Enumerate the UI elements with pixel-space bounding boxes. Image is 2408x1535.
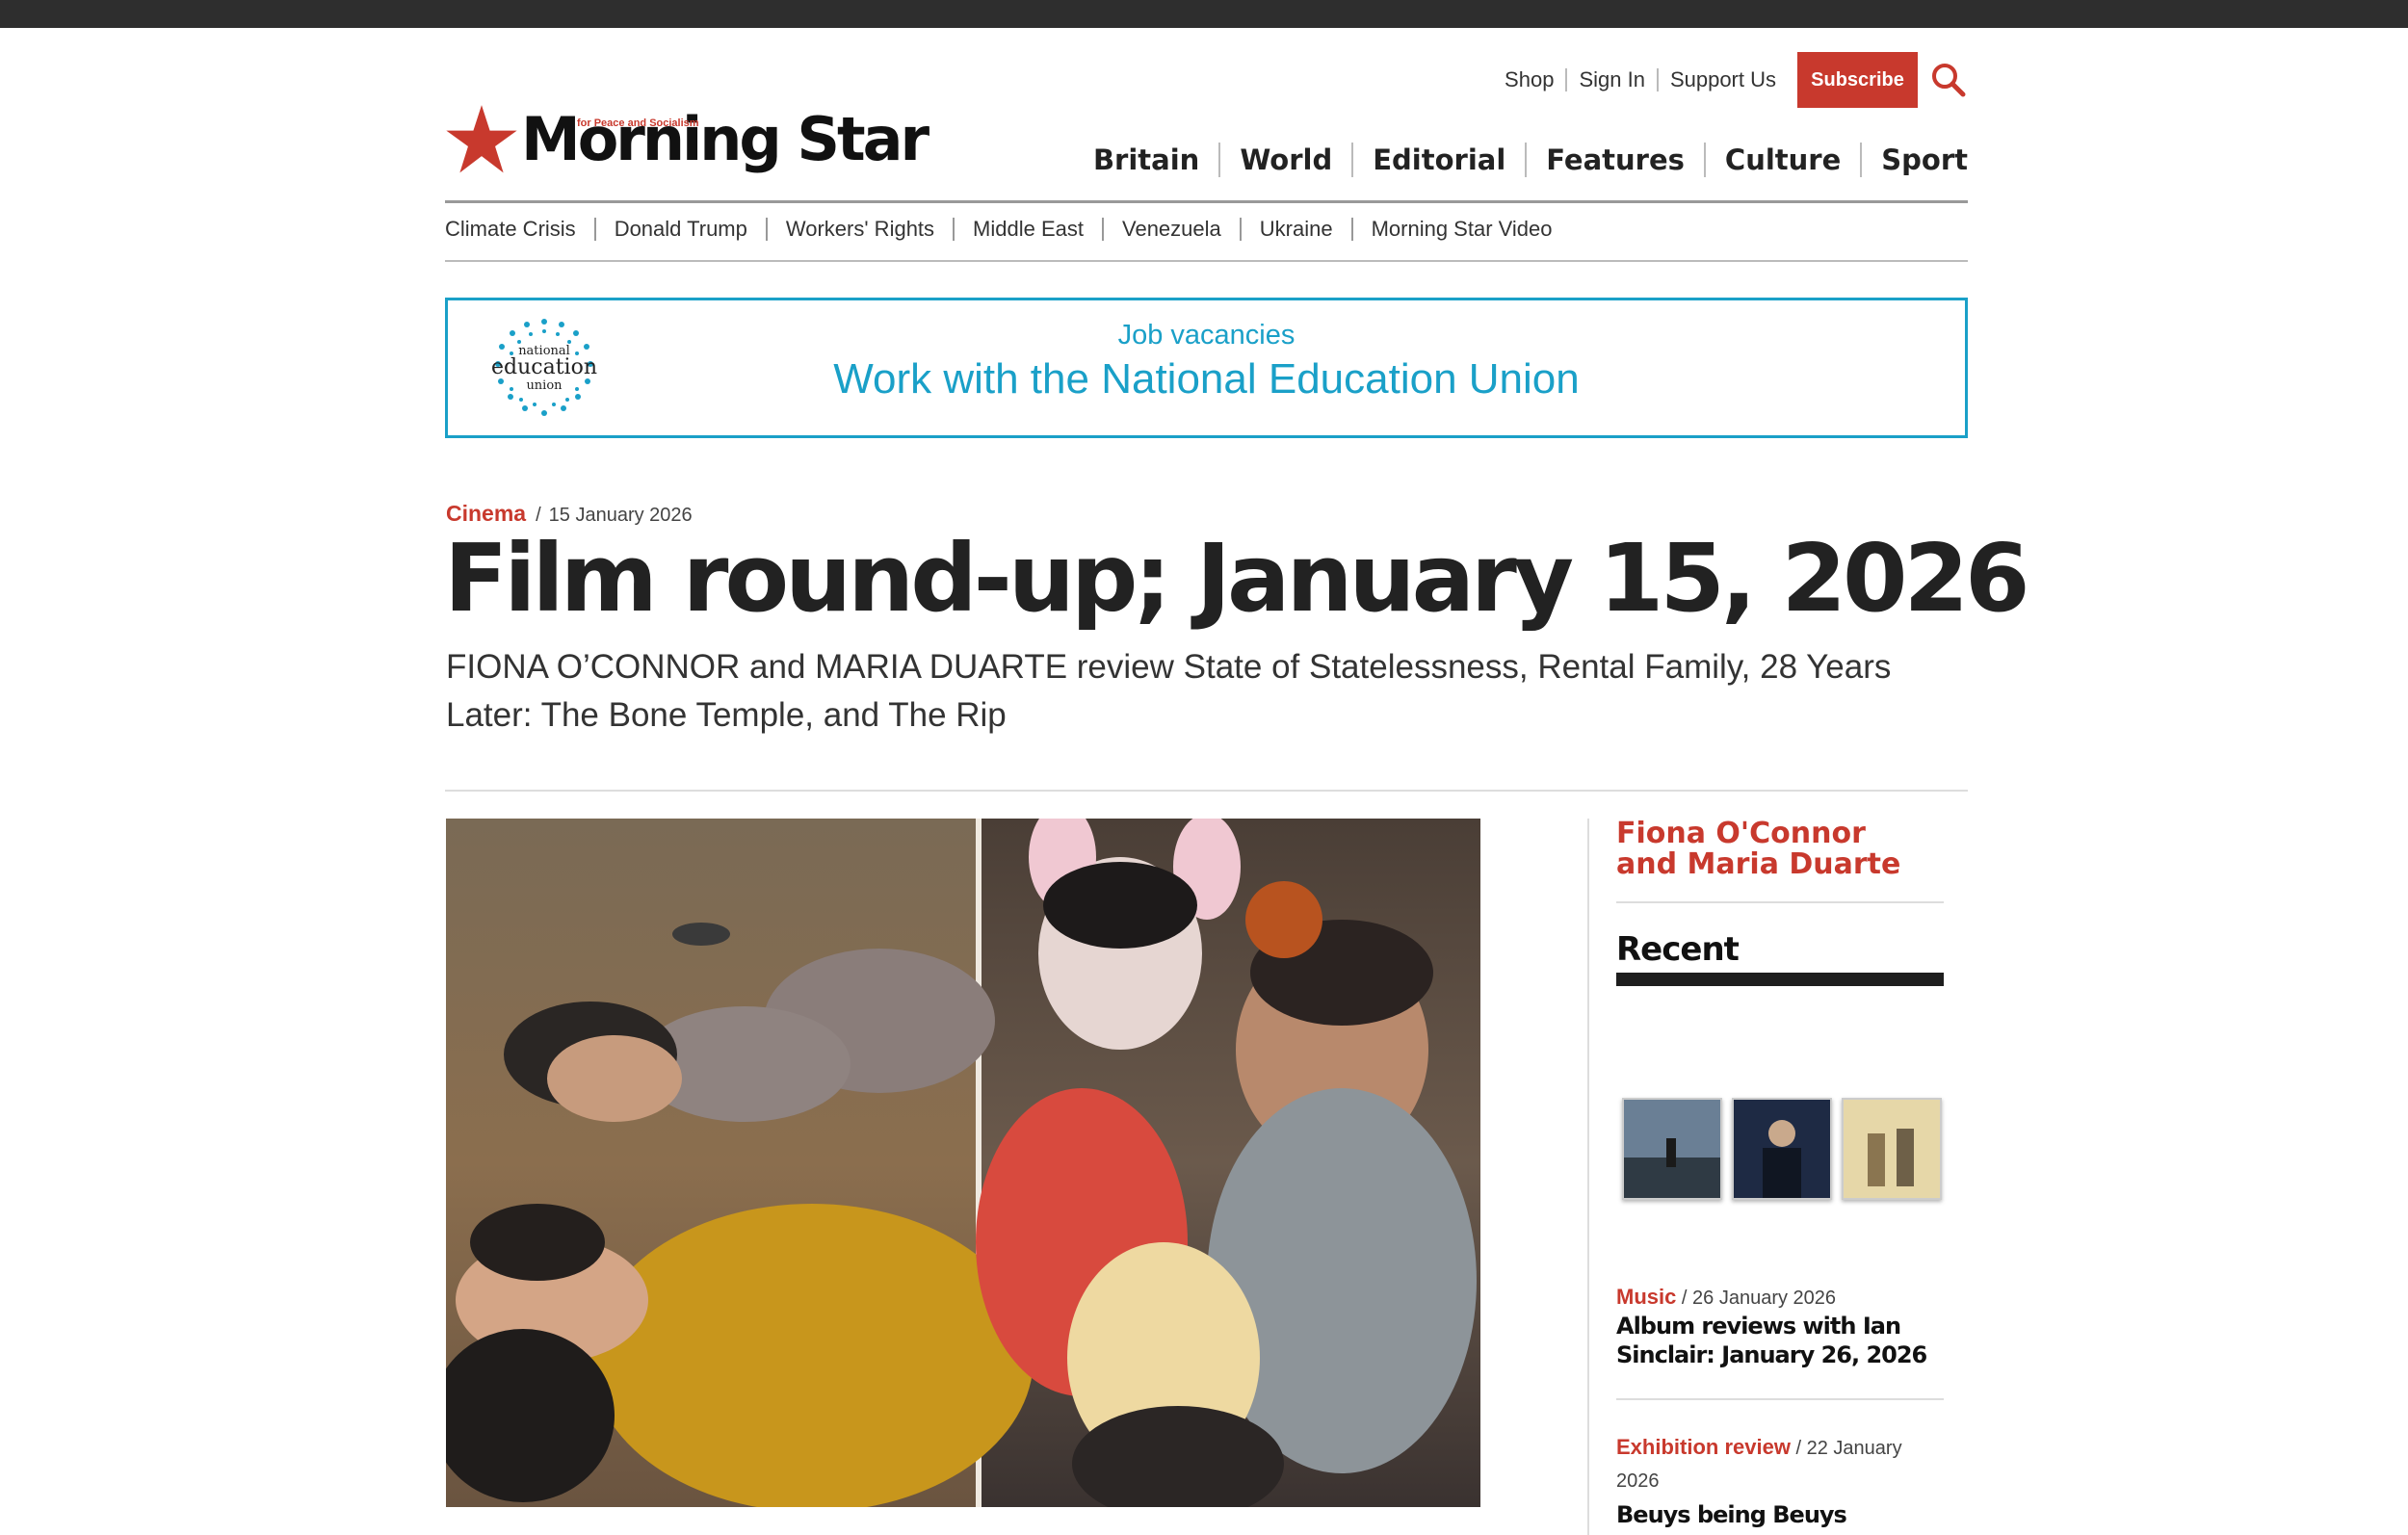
recent-item-title[interactable]: Beuys being Beuys xyxy=(1616,1500,1934,1529)
primary-nav: Britain World Editorial Features Culture… xyxy=(1074,143,1968,177)
topic-ukraine[interactable]: Ukraine xyxy=(1242,218,1353,241)
ad-banner[interactable]: national education union Job vacancies W… xyxy=(445,298,1968,438)
article-hero-image xyxy=(446,819,1480,1507)
recent-item-category[interactable]: Exhibition review xyxy=(1616,1435,1791,1459)
topic-nav: Climate Crisis Donald Trump Workers' Rig… xyxy=(445,218,1571,241)
ad-headline: Work with the National Education Union xyxy=(833,355,1580,403)
recent-divider xyxy=(1616,1398,1944,1400)
topic-donald-trump[interactable]: Donald Trump xyxy=(596,218,768,241)
ad-small-text: Job vacancies xyxy=(1117,320,1296,351)
nav-features[interactable]: Features xyxy=(1527,143,1706,177)
article-headline: Film round-up; January 15, 2026 xyxy=(444,524,2029,633)
article-category[interactable]: Cinema xyxy=(446,501,526,527)
nav-culture[interactable]: Culture xyxy=(1706,143,1863,177)
topic-workers-rights[interactable]: Workers' Rights xyxy=(768,218,955,241)
sign-in-link[interactable]: Sign In xyxy=(1567,68,1659,91)
article-standfirst: FIONA O’CONNOR and MARIA DUARTE review S… xyxy=(446,648,1892,734)
site-logo[interactable]: Morning Star for Peace and Socialism xyxy=(444,102,929,177)
meta-separator: / xyxy=(1681,1288,1693,1309)
album-cover-1 xyxy=(1622,1098,1722,1200)
topic-venezuela[interactable]: Venezuela xyxy=(1104,218,1242,241)
recent-item-date: 26 January 2026 xyxy=(1692,1288,1837,1309)
recent-heading: Recent xyxy=(1616,930,1740,969)
hero-image-svg xyxy=(446,819,1480,1507)
topic-climate-crisis[interactable]: Climate Crisis xyxy=(445,218,596,241)
album-cover-2 xyxy=(1732,1098,1832,1200)
topic-divider xyxy=(445,260,1968,262)
shop-link[interactable]: Shop xyxy=(1493,68,1568,91)
meta-separator: / xyxy=(1795,1438,1807,1459)
sidebar: Fiona O'Connor and Maria Duarte Recent M… xyxy=(1587,819,1944,1535)
recent-thumbnail[interactable] xyxy=(1622,1098,1951,1200)
album-cover-3 xyxy=(1842,1098,1942,1200)
logo-wordmark: Morning Star for Peace and Socialism xyxy=(521,104,929,174)
recent-item-title[interactable]: Album reviews with Ian Sinclair: January… xyxy=(1616,1312,1934,1369)
logo-name: Morning Star xyxy=(521,104,929,174)
recent-item-meta: Exhibition review / 22 January 2026 xyxy=(1616,1431,1934,1497)
author-name[interactable]: Fiona O'Connor and Maria Duarte xyxy=(1616,819,1934,880)
browser-top-strip xyxy=(0,0,2408,28)
support-us-link[interactable]: Support Us xyxy=(1659,68,1788,91)
article-meta: Cinema / 15 January 2026 xyxy=(446,501,693,527)
utility-nav: Shop Sign In Support Us Subscribe xyxy=(1493,52,1968,108)
subscribe-button[interactable]: Subscribe xyxy=(1797,52,1918,108)
red-star-icon xyxy=(446,105,517,173)
search-icon[interactable] xyxy=(1929,61,1968,99)
nav-sport[interactable]: Sport xyxy=(1862,143,1968,177)
nav-divider xyxy=(445,200,1968,203)
recent-item-meta: Music / 26 January 2026 xyxy=(1616,1281,1934,1314)
nav-britain[interactable]: Britain xyxy=(1074,143,1221,177)
recent-item-category[interactable]: Music xyxy=(1616,1285,1676,1309)
nav-editorial[interactable]: Editorial xyxy=(1353,143,1528,177)
nav-world[interactable]: World xyxy=(1220,143,1354,177)
topic-morning-star-video[interactable]: Morning Star Video xyxy=(1353,218,1571,241)
logo-tagline: for Peace and Socialism xyxy=(577,117,699,129)
recent-heading-bar xyxy=(1616,973,1944,986)
author-divider xyxy=(1616,901,1944,903)
topic-middle-east[interactable]: Middle East xyxy=(955,218,1104,241)
header-divider xyxy=(445,790,1968,792)
